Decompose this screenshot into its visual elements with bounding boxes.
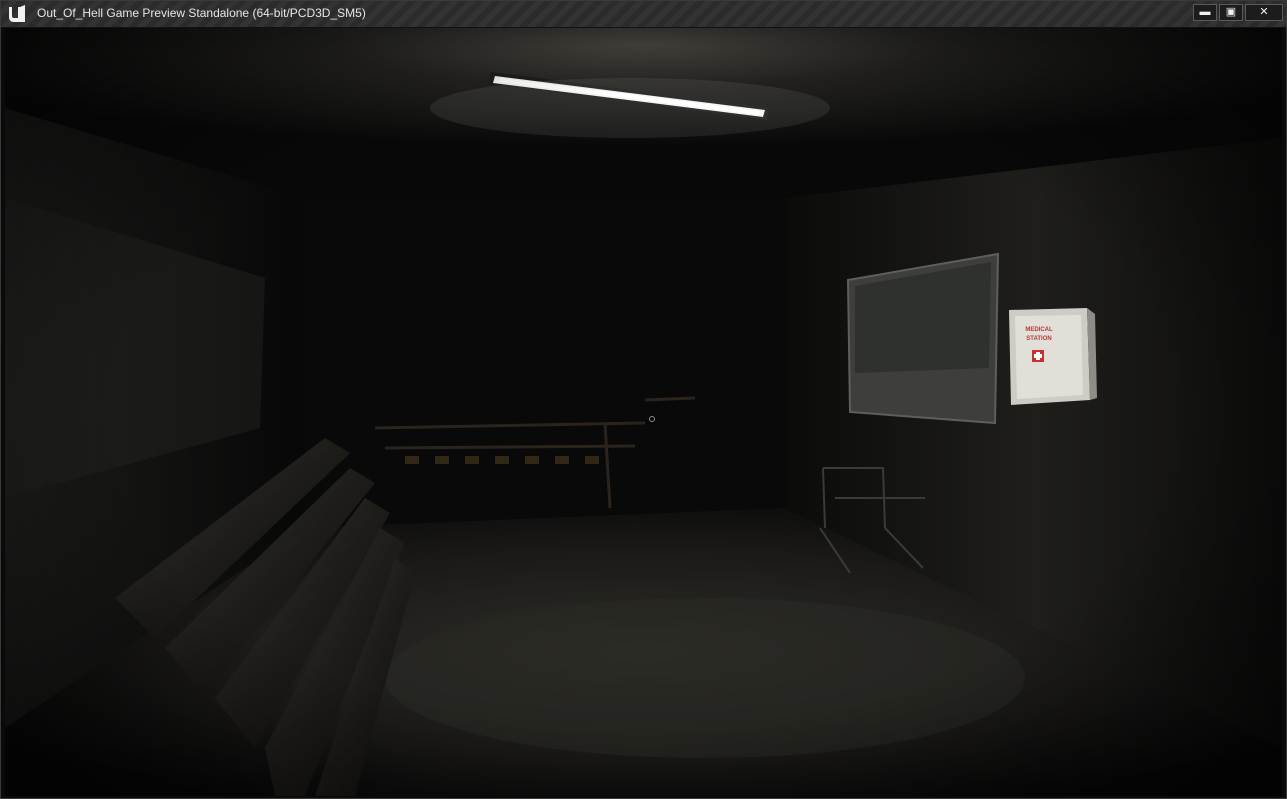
sign-line-1: MEDICAL [1025,327,1053,333]
title-bar[interactable]: Out_Of_Hell Game Preview Standalone (64-… [1,1,1286,28]
game-viewport[interactable]: MEDICAL STATION [5,28,1282,796]
maximize-button[interactable]: ▣ [1219,4,1243,21]
minimize-button[interactable]: ▬ [1193,4,1217,21]
close-button[interactable]: ✕ [1245,4,1283,21]
vignette-overlay [5,28,1282,796]
medical-station-sign: MEDICAL STATION [1017,326,1061,344]
game-window: Out_Of_Hell Game Preview Standalone (64-… [0,0,1287,799]
scene-render [5,28,1282,796]
window-title: Out_Of_Hell Game Preview Standalone (64-… [37,6,366,20]
unreal-engine-logo-icon [9,5,25,22]
sign-line-2: STATION [1026,336,1052,342]
